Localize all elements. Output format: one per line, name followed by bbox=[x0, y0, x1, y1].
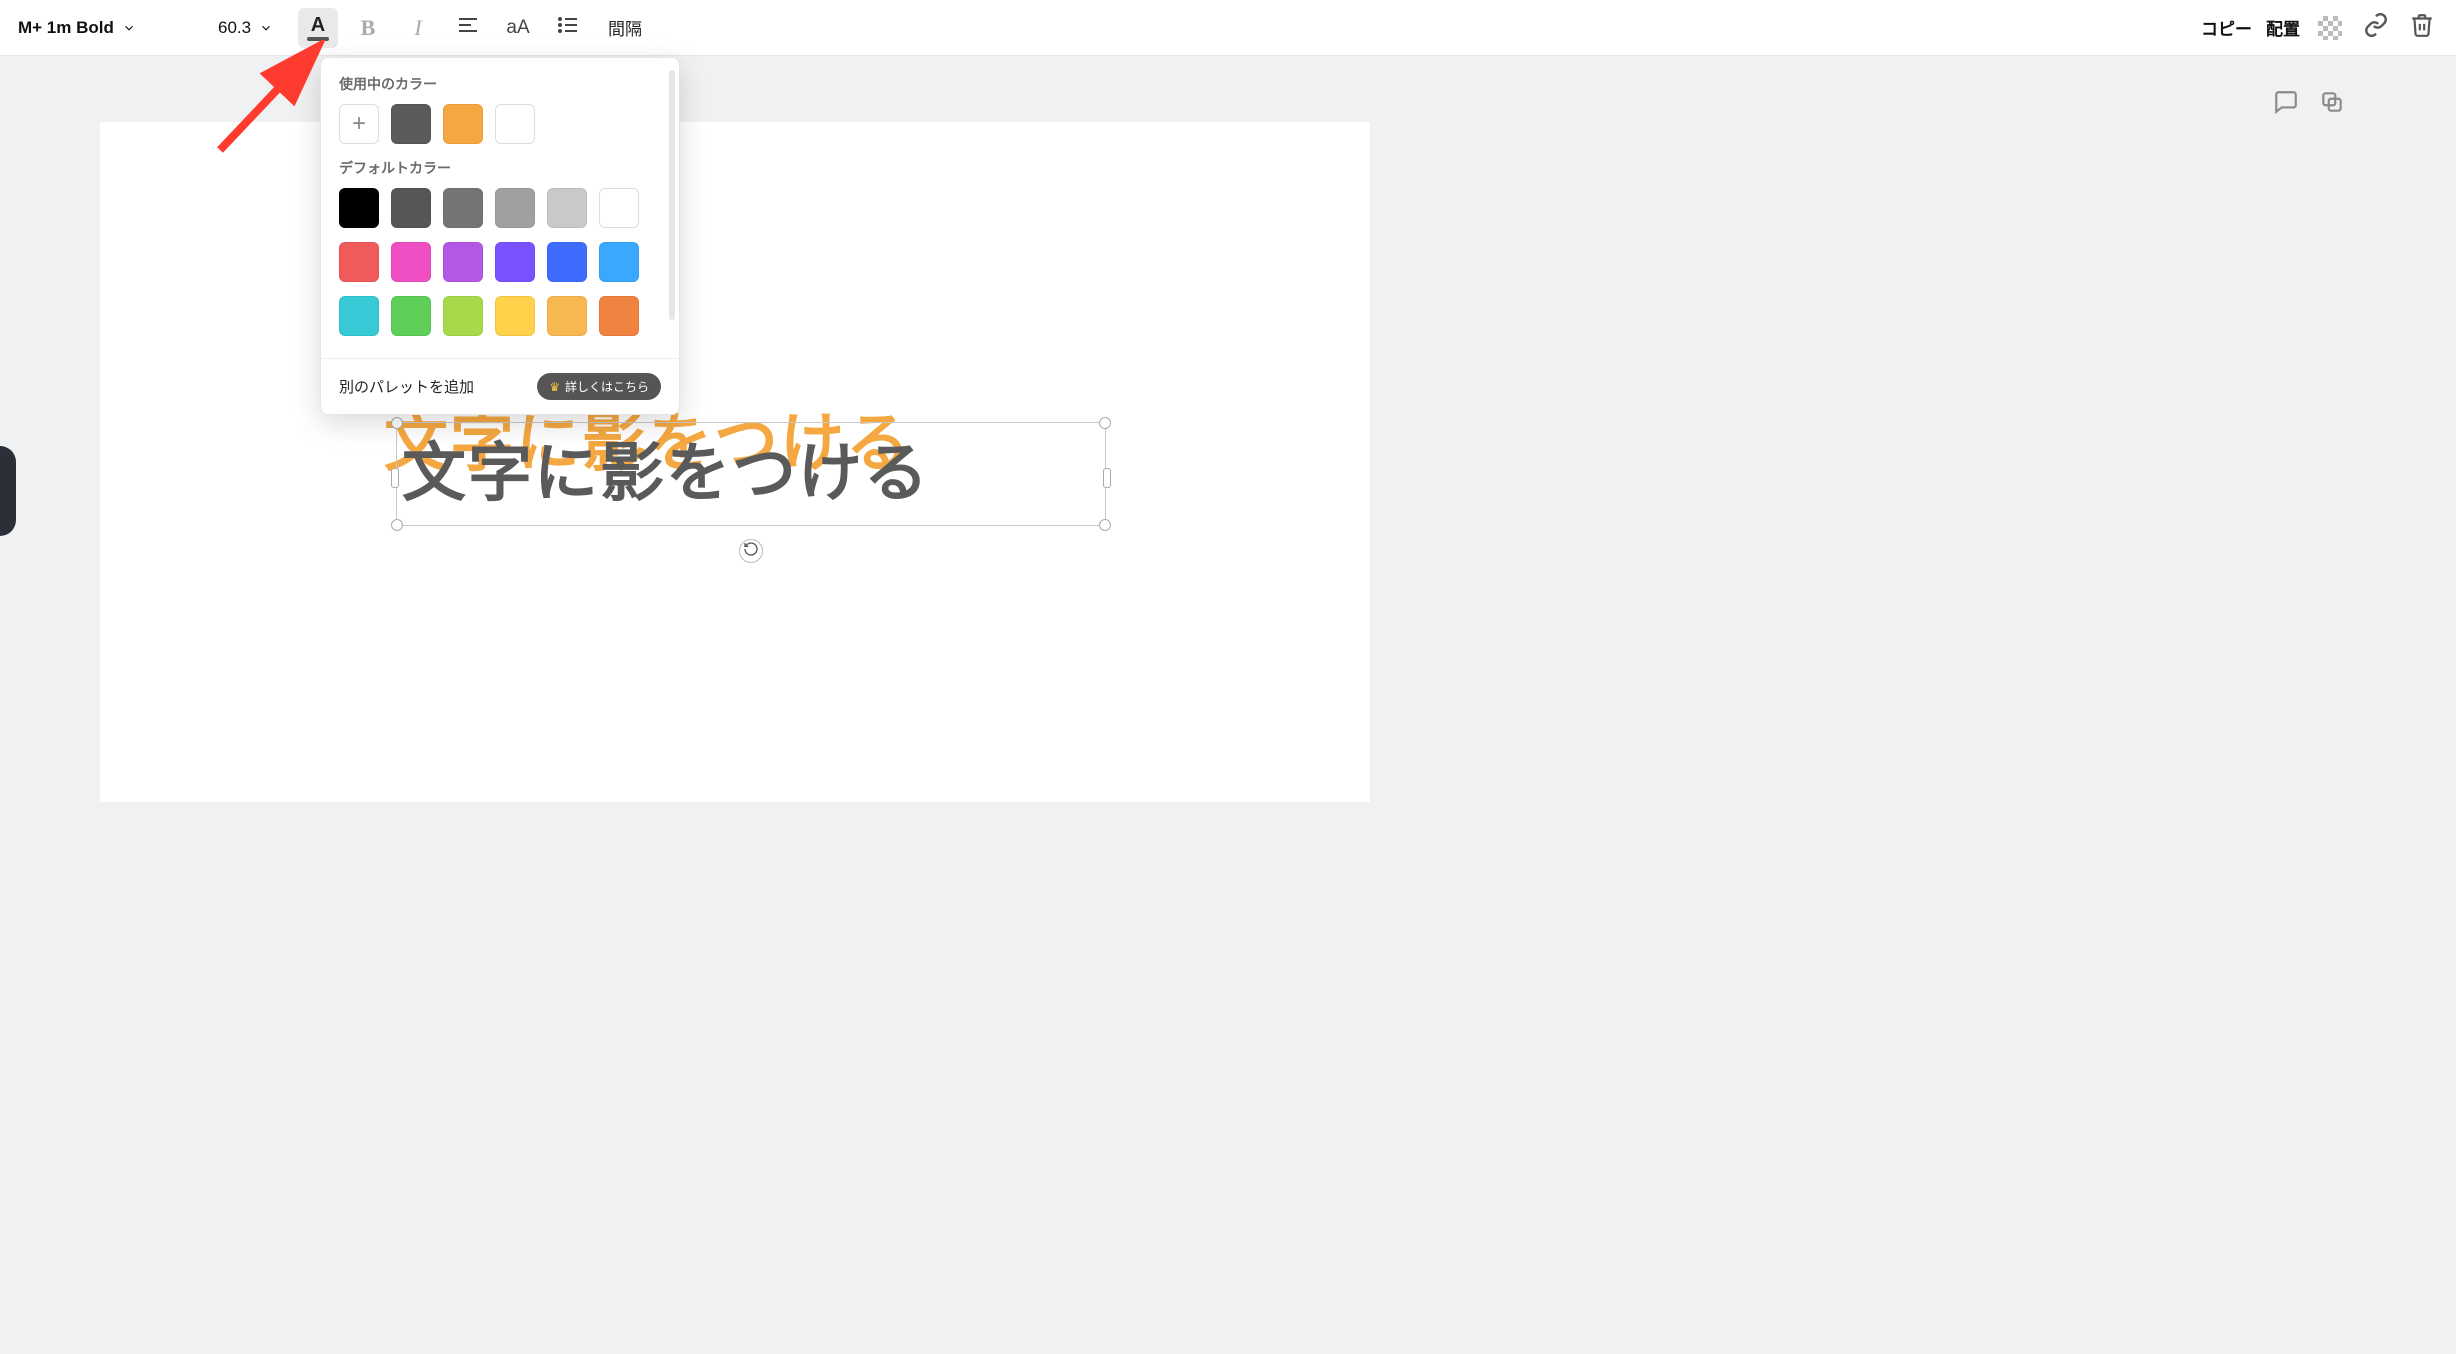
default-colors-heading: デフォルトカラー bbox=[339, 158, 661, 178]
color-swatch[interactable] bbox=[339, 242, 379, 282]
color-swatch[interactable] bbox=[339, 188, 379, 228]
color-swatch[interactable] bbox=[443, 242, 483, 282]
used-colors-heading: 使用中のカラー bbox=[339, 74, 661, 94]
add-color-button[interactable]: + bbox=[339, 104, 379, 144]
color-swatch[interactable] bbox=[599, 242, 639, 282]
resize-handle-left[interactable] bbox=[391, 468, 399, 488]
copy-label: コピー bbox=[2201, 20, 2252, 39]
duplicate-icon bbox=[2319, 89, 2345, 120]
text-color-bar bbox=[307, 37, 329, 41]
comment-icon bbox=[2273, 89, 2299, 120]
position-label: 配置 bbox=[2266, 20, 2300, 39]
list-button[interactable] bbox=[548, 8, 588, 48]
transparency-button[interactable] bbox=[2314, 12, 2346, 44]
comment-button[interactable] bbox=[2272, 90, 2300, 118]
resize-handle-top-right[interactable] bbox=[1099, 417, 1111, 429]
link-icon bbox=[2363, 12, 2389, 43]
resize-handle-top-left[interactable] bbox=[391, 417, 403, 429]
color-swatch[interactable] bbox=[547, 242, 587, 282]
link-button[interactable] bbox=[2360, 12, 2392, 44]
color-swatch[interactable] bbox=[391, 242, 431, 282]
font-family-value: M+ 1m Bold bbox=[18, 18, 114, 38]
color-swatch[interactable] bbox=[495, 104, 535, 144]
popover-scrollbar[interactable] bbox=[669, 70, 675, 320]
font-size-value: 60.3 bbox=[218, 18, 251, 38]
position-button[interactable]: 配置 bbox=[2266, 15, 2300, 40]
color-swatch[interactable] bbox=[547, 188, 587, 228]
transparency-icon bbox=[2318, 16, 2342, 40]
text-color-button[interactable]: A bbox=[298, 8, 338, 48]
color-swatch[interactable] bbox=[599, 188, 639, 228]
color-swatch[interactable] bbox=[443, 188, 483, 228]
spacing-button[interactable]: 間隔 bbox=[598, 15, 652, 40]
color-swatch[interactable] bbox=[443, 296, 483, 336]
spacing-label: 間隔 bbox=[608, 20, 642, 39]
rotate-icon bbox=[743, 541, 759, 562]
document-actions bbox=[2272, 90, 2346, 118]
color-swatch[interactable] bbox=[547, 296, 587, 336]
font-size-select[interactable]: 60.3 bbox=[218, 18, 288, 38]
learn-more-button[interactable]: ♛ 詳しくはこちら bbox=[537, 373, 661, 400]
text-case-button[interactable]: aA bbox=[498, 8, 538, 48]
color-swatch[interactable] bbox=[599, 296, 639, 336]
text-color-letter-icon: A bbox=[311, 15, 325, 35]
align-button[interactable] bbox=[448, 8, 488, 48]
color-swatch[interactable] bbox=[495, 188, 535, 228]
resize-handle-right[interactable] bbox=[1103, 468, 1111, 488]
default-colors-row-3 bbox=[339, 296, 661, 336]
color-swatch[interactable] bbox=[443, 104, 483, 144]
chevron-down-icon bbox=[259, 21, 273, 35]
add-palette-label: 別のパレットを追加 bbox=[339, 376, 474, 397]
color-swatch[interactable] bbox=[339, 296, 379, 336]
italic-icon: I bbox=[414, 15, 421, 41]
selection-bounding-box bbox=[396, 422, 1106, 526]
delete-button[interactable] bbox=[2406, 12, 2438, 44]
chevron-down-icon bbox=[122, 21, 136, 35]
color-swatch[interactable] bbox=[391, 296, 431, 336]
rotate-handle[interactable] bbox=[739, 539, 763, 563]
used-colors-row: + bbox=[339, 104, 661, 144]
resize-handle-bottom-left[interactable] bbox=[391, 519, 403, 531]
text-toolbar: M+ 1m Bold 60.3 A B I aA bbox=[0, 0, 2456, 56]
color-swatch[interactable] bbox=[391, 104, 431, 144]
align-left-icon bbox=[456, 13, 480, 42]
default-colors-row-1 bbox=[339, 188, 661, 228]
bold-button[interactable]: B bbox=[348, 8, 388, 48]
copy-button[interactable]: コピー bbox=[2201, 15, 2252, 40]
default-colors-row-2 bbox=[339, 242, 661, 282]
color-picker-popover: 使用中のカラー + デフォルトカラー 別のパレットを追加 ♛ 詳しくはこちら bbox=[320, 57, 680, 415]
trash-icon bbox=[2409, 12, 2435, 43]
crown-icon: ♛ bbox=[549, 380, 560, 394]
left-panel-tab[interactable] bbox=[0, 446, 16, 536]
duplicate-button[interactable] bbox=[2318, 90, 2346, 118]
color-swatch[interactable] bbox=[391, 188, 431, 228]
text-case-icon: aA bbox=[506, 17, 529, 39]
font-family-select[interactable]: M+ 1m Bold bbox=[18, 18, 208, 38]
resize-handle-bottom-right[interactable] bbox=[1099, 519, 1111, 531]
italic-button[interactable]: I bbox=[398, 8, 438, 48]
color-swatch[interactable] bbox=[495, 296, 535, 336]
learn-more-label: 詳しくはこちら bbox=[565, 378, 649, 395]
color-swatch[interactable] bbox=[495, 242, 535, 282]
canvas[interactable]: 文字に影をつける 文字に影をつける bbox=[100, 122, 1370, 802]
list-icon bbox=[556, 13, 580, 42]
bold-icon: B bbox=[361, 15, 376, 41]
